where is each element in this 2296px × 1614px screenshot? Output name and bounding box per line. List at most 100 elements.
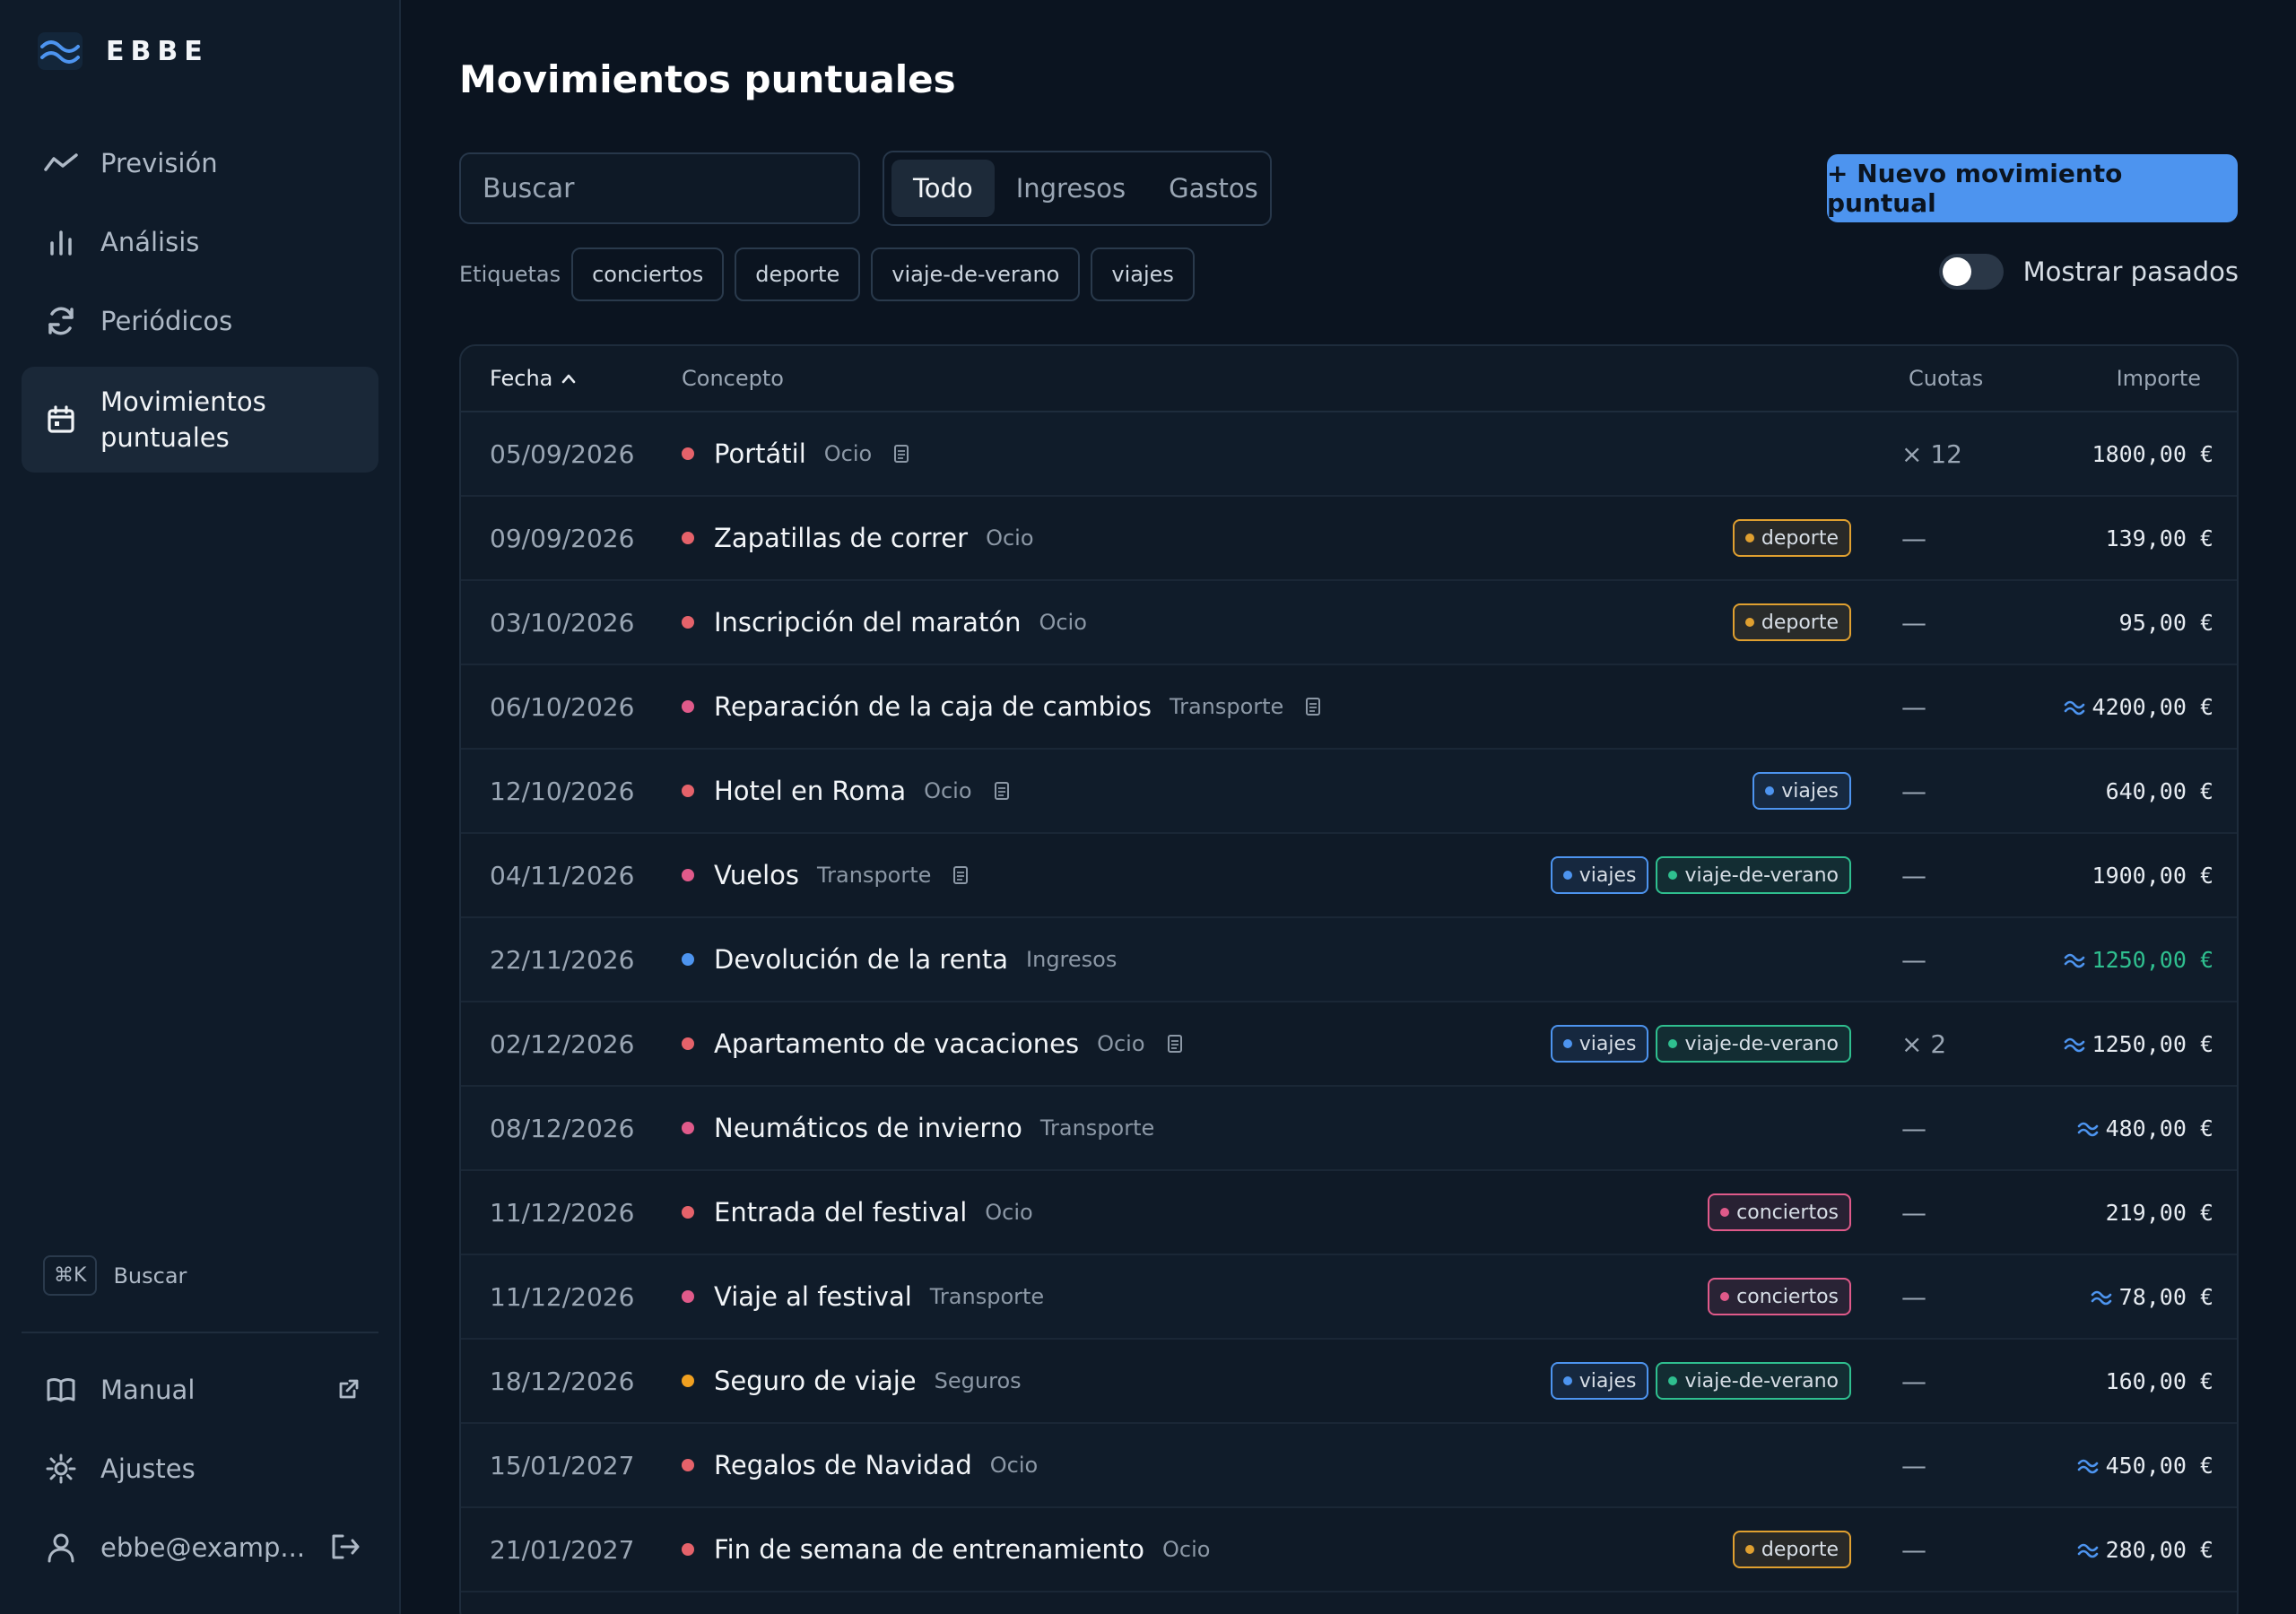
tag-dot [1744, 618, 1754, 627]
table-row[interactable]: 05/09/2026 Portátil Ocio × 12 1800,00 € [461, 412, 2237, 497]
row-category: Ocio [823, 441, 873, 466]
row-tags: conciertos [1700, 1193, 1851, 1231]
tag-badge-conciertos[interactable]: conciertos [1708, 1193, 1851, 1231]
show-past-label: Mostrar pasados [2022, 256, 2239, 287]
tag-badge-deporte[interactable]: deporte [1732, 603, 1851, 641]
tag-badge-viaje-de-verano[interactable]: viaje-de-verano [1656, 1025, 1851, 1063]
table-row[interactable]: 02/12/2026 Apartamento de vacaciones Ocio v… [461, 1002, 2237, 1087]
tag-badge-deporte[interactable]: deporte [1732, 1531, 1851, 1568]
row-tags: deporte [1726, 1531, 1851, 1568]
tag-dot [1720, 1292, 1730, 1301]
refresh-icon [22, 305, 100, 337]
tag-dot [1562, 871, 1572, 880]
tag-filter-viajes[interactable]: viajes [1091, 247, 1195, 301]
tag-label: deporte [1761, 526, 1839, 550]
row-amount: 1250,00 € [2064, 1031, 2213, 1057]
note-icon [893, 444, 909, 464]
row-name: Regalos de Navidad [714, 1450, 972, 1480]
row-name: Seguro de viaje [714, 1366, 917, 1396]
search-input[interactable] [459, 152, 860, 224]
table-row[interactable]: 22/11/2026 Devolución de la renta Ingresos… [461, 918, 2237, 1002]
row-cuotas: — [1901, 523, 1926, 553]
approximate-icon [2064, 950, 2085, 968]
table-row[interactable]: 03/10/2026 Inscripción del maratón Ocio dep… [461, 581, 2237, 665]
column-header-cuotas: Cuotas [1909, 366, 1984, 391]
user-icon [22, 1532, 100, 1563]
sidebar-item-analisis[interactable]: Análisis [22, 205, 378, 279]
filter-todo[interactable]: Todo [891, 160, 995, 217]
table-row[interactable]: 11/12/2026 Entrada del festival Ocio concie… [461, 1171, 2237, 1255]
amount-value: 4200,00 € [2092, 693, 2213, 720]
table-row[interactable]: 21/01/2027 Fin de semana de entrenamiento… [461, 1508, 2237, 1592]
tag-filter-viaje-de-verano[interactable]: viaje-de-verano [871, 247, 1081, 301]
tag-badge-viaje-de-verano[interactable]: viaje-de-verano [1656, 1362, 1851, 1400]
sidebar-item-periodicos[interactable]: Periódicos [22, 284, 378, 358]
sidebar-item-movimientos-puntuales[interactable]: Movimientos puntuales [22, 367, 378, 473]
tag-filter-conciertos[interactable]: conciertos [571, 247, 725, 301]
row-concept: Zapatillas de correr Ocio [682, 523, 1034, 553]
row-category: Seguros [934, 1368, 1022, 1393]
new-movement-button[interactable]: + Nuevo movimiento puntual [1827, 154, 2238, 222]
amount-value: 1250,00 € [2092, 946, 2213, 973]
amount-value: 640,00 € [2105, 777, 2213, 804]
show-past-toggle[interactable] [1938, 254, 2004, 290]
approximate-icon [2064, 698, 2085, 716]
toggle-knob [1942, 257, 1971, 286]
row-cuotas: — [1901, 691, 1926, 722]
row-date: 11/12/2026 [490, 1281, 635, 1312]
tag-filter-deporte[interactable]: deporte [735, 247, 861, 301]
search-shortcut[interactable]: ⌘K Buscar [43, 1255, 187, 1296]
row-tags: deporte [1726, 519, 1851, 557]
row-category: Ocio [1039, 610, 1087, 635]
tag-badge-viajes[interactable]: viajes [1550, 856, 1649, 894]
tag-badge-conciertos[interactable]: conciertos [1708, 1278, 1851, 1315]
sidebar-item-prevision[interactable]: Previsión [22, 126, 378, 200]
column-header-fecha[interactable]: Fecha [490, 366, 576, 391]
row-date: 22/11/2026 [490, 944, 635, 975]
table-row[interactable]: 18/12/2026 Seguro de viaje Seguros viajes vi… [461, 1340, 2237, 1424]
row-concept: Regalos de Navidad Ocio [682, 1450, 1038, 1480]
row-date: 12/10/2026 [490, 776, 635, 806]
tag-label: conciertos [1736, 1201, 1839, 1224]
app-logo[interactable]: EBBE [38, 32, 209, 70]
table-row[interactable]: 11/12/2026 Viaje al festival Transporte con… [461, 1255, 2237, 1340]
table-row[interactable]: 06/10/2026 Reparación de la caja de cambi… [461, 665, 2237, 750]
row-concept: Neumáticos de invierno Transporte [682, 1113, 1154, 1143]
row-tags: viajes viaje-de-verano [1544, 1362, 1851, 1400]
tag-badge-viajes[interactable]: viajes [1550, 1362, 1649, 1400]
tag-dot [1720, 1208, 1730, 1217]
table-row[interactable]: 04/11/2026 Vuelos Transporte viajes viaje-de… [461, 834, 2237, 918]
tag-badge-viaje-de-verano[interactable]: viaje-de-verano [1656, 856, 1851, 894]
tag-badge-viajes[interactable]: viajes [1752, 772, 1851, 810]
table-row[interactable]: 12/10/2026 Hotel en Roma Ocio viajes — 640,00… [461, 750, 2237, 834]
sidebar: EBBE Previsión Análisis Periódicos Movim… [0, 0, 401, 1614]
category-dot [682, 532, 694, 544]
category-dot [682, 869, 694, 881]
sidebar-item-manual[interactable]: Manual [22, 1358, 378, 1421]
row-cuotas: — [1901, 1534, 1926, 1565]
sidebar-item-ajustes[interactable]: Ajustes [22, 1437, 378, 1500]
table-row[interactable]: 15/01/2027 Regalos de Navidad Ocio — 450,00 … [461, 1424, 2237, 1508]
logout-icon[interactable] [330, 1532, 361, 1567]
table-row[interactable]: 08/12/2026 Neumáticos de invierno Transpor… [461, 1087, 2237, 1171]
approximate-icon [2091, 1288, 2112, 1306]
row-cuotas: — [1901, 1366, 1926, 1396]
tag-label: viajes [1578, 863, 1637, 887]
row-name: Inscripción del maratón [714, 607, 1022, 638]
row-date: 02/12/2026 [490, 1028, 635, 1059]
tag-badge-viajes[interactable]: viajes [1550, 1025, 1649, 1063]
user-account[interactable]: ebbe@examp... [22, 1516, 378, 1579]
row-name: Hotel en Roma [714, 776, 907, 806]
table-row[interactable]: 09/09/2026 Zapatillas de correr Ocio deport… [461, 497, 2237, 581]
row-amount: 95,00 € [2119, 610, 2213, 636]
sidebar-item-label: Manual [100, 1375, 196, 1405]
filter-ingresos[interactable]: Ingresos [995, 160, 1147, 217]
category-dot [682, 1459, 694, 1471]
row-name: Reparación de la caja de cambios [714, 691, 1152, 722]
approximate-icon [2077, 1456, 2099, 1474]
row-concept: Seguro de viaje Seguros [682, 1366, 1022, 1396]
sun-icon [22, 1453, 100, 1484]
tag-badge-deporte[interactable]: deporte [1732, 519, 1851, 557]
filter-gastos[interactable]: Gastos [1147, 160, 1280, 217]
row-date: 04/11/2026 [490, 860, 635, 890]
